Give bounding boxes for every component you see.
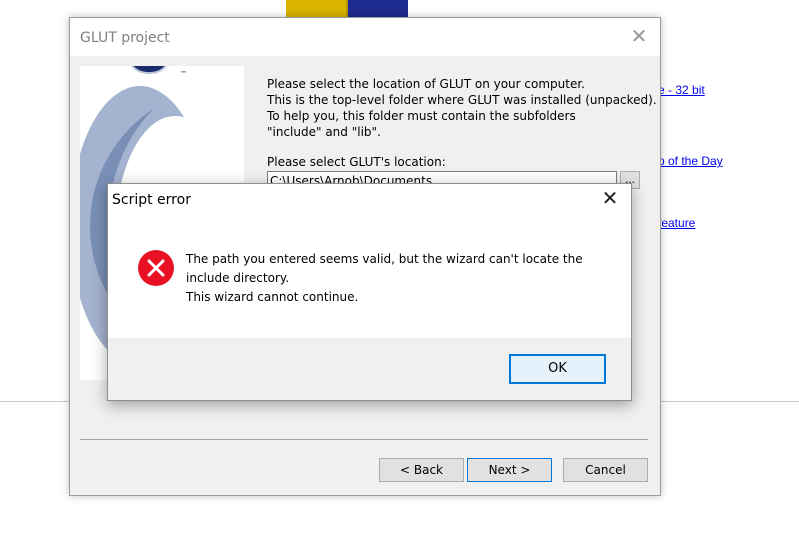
description-line: "include" and "lib". bbox=[267, 125, 381, 139]
dialog-message: The path you entered seems valid, but th… bbox=[186, 250, 616, 307]
cancel-button[interactable]: Cancel bbox=[563, 458, 648, 482]
background-link-feature[interactable]: feature bbox=[658, 216, 695, 230]
blue-cube bbox=[348, 0, 408, 18]
next-button[interactable]: Next > bbox=[467, 458, 552, 482]
script-error-dialog: Script error ✕ The path you entered seem… bbox=[107, 183, 632, 401]
description-line: To help you, this folder must contain th… bbox=[267, 109, 576, 123]
dialog-body: Script error ✕ The path you entered seem… bbox=[108, 184, 631, 338]
background-logo-cubes bbox=[286, 0, 412, 18]
ok-button[interactable]: OK bbox=[509, 354, 606, 384]
wizard-separator bbox=[80, 439, 648, 440]
wizard-description: Please select the location of GLUT on yo… bbox=[267, 76, 657, 140]
background-code-texture bbox=[412, 0, 572, 18]
message-line: This wizard cannot continue. bbox=[186, 290, 359, 304]
wizard-title: GLUT project bbox=[80, 30, 170, 46]
description-line: Please select the location of GLUT on yo… bbox=[267, 77, 585, 91]
yellow-cube bbox=[286, 0, 348, 18]
close-icon[interactable]: ✕ bbox=[628, 26, 650, 48]
svg-text:™: ™ bbox=[180, 70, 187, 78]
dialog-title: Script error bbox=[112, 192, 191, 208]
error-icon bbox=[138, 250, 174, 286]
message-line: include directory. bbox=[186, 271, 290, 285]
description-line: This is the top-level folder where GLUT … bbox=[267, 93, 657, 107]
background-link-tip-of-day[interactable]: p of the Day bbox=[658, 154, 723, 168]
close-icon[interactable]: ✕ bbox=[599, 188, 621, 210]
background-link-32bit[interactable]: e - 32 bit bbox=[658, 83, 705, 97]
wizard-titlebar: GLUT project ✕ bbox=[70, 18, 660, 56]
logo-text: GL bbox=[116, 66, 184, 76]
location-label: Please select GLUT's location: bbox=[267, 155, 446, 169]
message-line: The path you entered seems valid, but th… bbox=[186, 252, 583, 266]
back-button[interactable]: < Back bbox=[379, 458, 464, 482]
